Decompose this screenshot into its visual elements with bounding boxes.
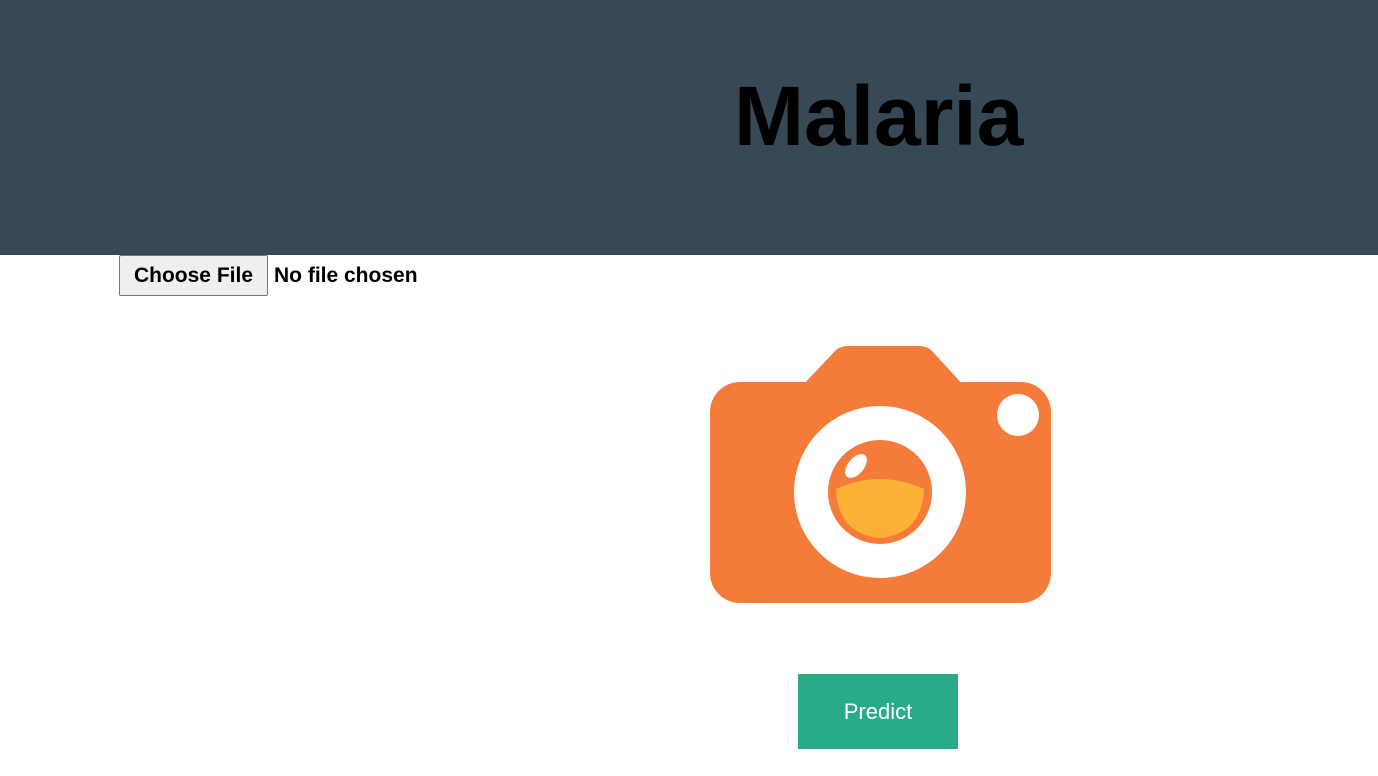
camera-flash — [997, 394, 1039, 436]
camera-top — [800, 346, 966, 388]
predict-button[interactable]: Predict — [798, 674, 958, 749]
page-title: Malaria — [734, 69, 1024, 163]
header-banner: Malaria — [0, 0, 1378, 255]
camera-icon — [710, 346, 1051, 603]
file-upload: Choose File No file chosen — [119, 255, 418, 296]
file-status-label: No file chosen — [274, 263, 418, 287]
choose-file-button[interactable]: Choose File — [119, 255, 268, 296]
